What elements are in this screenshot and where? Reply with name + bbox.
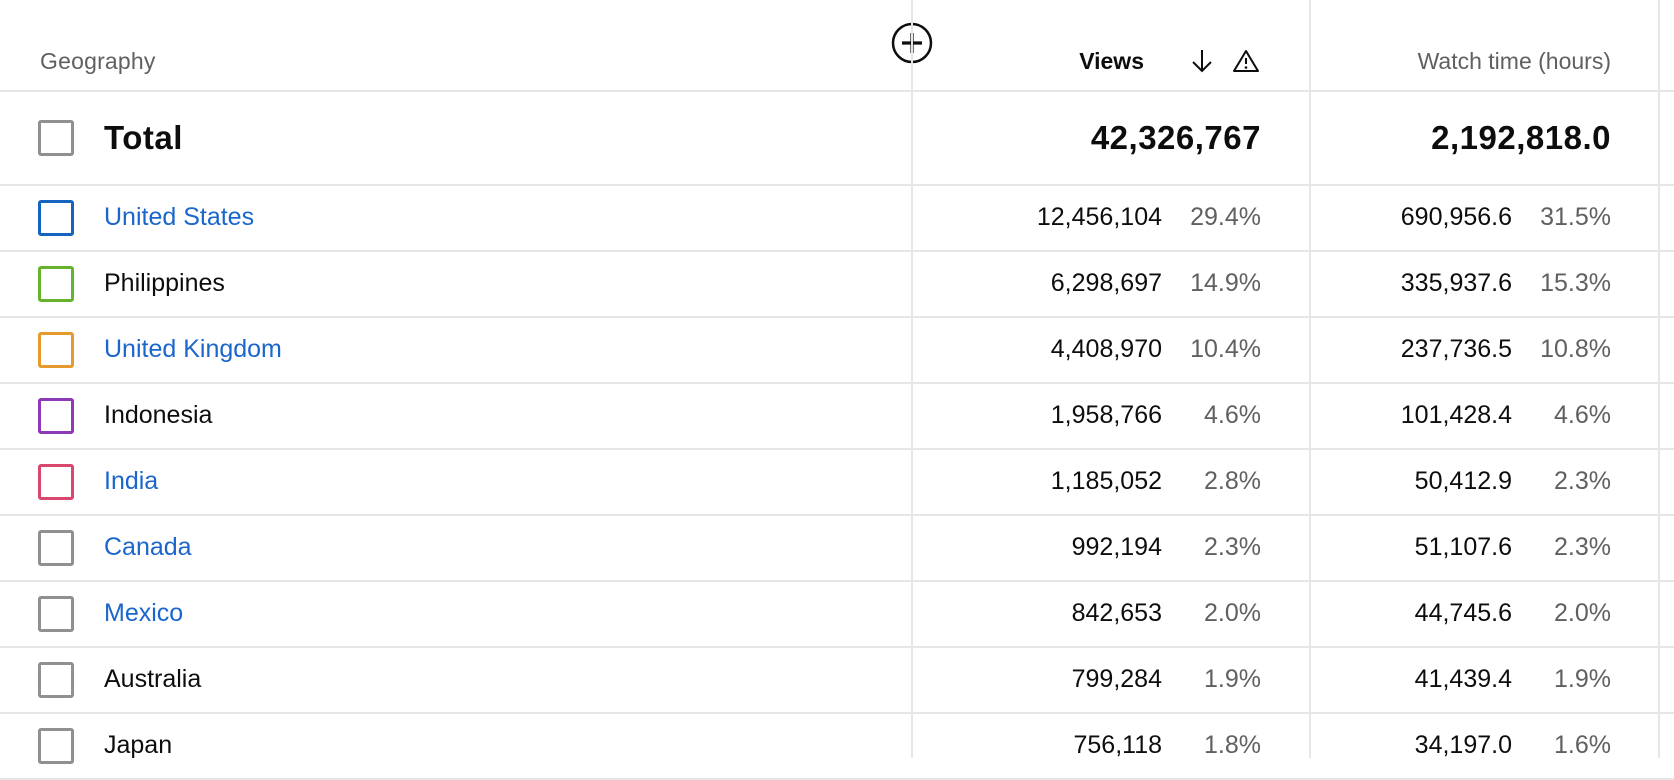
country-name[interactable]: United States <box>104 203 254 232</box>
views-value: 1,958,766 <box>1050 401 1162 429</box>
views-value: 4,408,970 <box>1050 335 1162 363</box>
total-checkbox[interactable] <box>38 120 74 156</box>
total-watch-time: 2,192,818.0 <box>1431 119 1611 156</box>
watch-time-value: 34,197.0 <box>1414 731 1512 759</box>
country-name: Indonesia <box>104 401 213 429</box>
watch-time-percent: 2.0% <box>1554 599 1611 627</box>
table-row: Indonesia 1,958,766 4.6% 101,428.4 4.6% <box>0 384 1674 450</box>
total-views: 42,326,767 <box>1090 119 1261 156</box>
views-percent: 29.4% <box>1190 203 1261 231</box>
table-row: Mexico 842,653 2.0% 44,745.6 2.0% <box>0 582 1674 648</box>
views-column-header[interactable]: Views <box>1079 48 1144 75</box>
row-checkbox[interactable] <box>38 728 74 764</box>
country-name: Japan <box>104 731 173 759</box>
arrow-down-icon[interactable] <box>1190 48 1214 74</box>
column-divider <box>1309 0 1311 758</box>
watch-time-value: 690,956.6 <box>1400 203 1512 231</box>
total-label: Total <box>104 119 183 156</box>
total-row: Total 42,326,767 2,192,818.0 <box>0 92 1674 186</box>
views-value: 1,185,052 <box>1050 467 1162 495</box>
country-name: Philippines <box>104 269 225 297</box>
column-divider <box>1658 0 1660 758</box>
views-percent: 2.0% <box>1204 599 1261 627</box>
views-value: 12,456,104 <box>1036 203 1162 231</box>
column-divider <box>911 0 913 758</box>
views-percent: 4.6% <box>1204 401 1261 429</box>
table-row: United Kingdom 4,408,970 10.4% 237,736.5 10.… <box>0 318 1674 384</box>
watch-time-percent: 2.3% <box>1554 467 1611 495</box>
geography-column-header[interactable]: Geography <box>40 48 156 75</box>
watch-time-percent: 31.5% <box>1540 203 1611 231</box>
views-value: 6,298,697 <box>1050 269 1162 297</box>
country-name[interactable]: India <box>104 467 158 496</box>
row-checkbox[interactable] <box>38 464 74 500</box>
table-row: United States 12,456,104 29.4% 690,956.6 31.… <box>0 186 1674 252</box>
watch-time-percent: 15.3% <box>1540 269 1611 297</box>
row-checkbox[interactable] <box>38 596 74 632</box>
views-percent: 10.4% <box>1190 335 1261 363</box>
watch-time-value: 50,412.9 <box>1414 467 1512 495</box>
views-percent: 2.8% <box>1204 467 1261 495</box>
views-percent: 2.3% <box>1204 533 1261 561</box>
watch-time-percent: 2.3% <box>1554 533 1611 561</box>
watch-time-value: 41,439.4 <box>1414 665 1512 693</box>
row-checkbox[interactable] <box>38 398 74 434</box>
country-name: Australia <box>104 665 202 693</box>
views-percent: 1.8% <box>1204 731 1261 759</box>
country-name[interactable]: Mexico <box>104 599 183 628</box>
watch-time-percent: 10.8% <box>1540 335 1611 363</box>
views-percent: 1.9% <box>1204 665 1261 693</box>
views-percent: 14.9% <box>1190 269 1261 297</box>
watch-time-percent: 1.6% <box>1554 731 1611 759</box>
watch-time-value: 335,937.6 <box>1400 269 1512 297</box>
watch-time-percent: 1.9% <box>1554 665 1611 693</box>
row-checkbox[interactable] <box>38 332 74 368</box>
row-checkbox[interactable] <box>38 530 74 566</box>
views-value: 799,284 <box>1071 665 1162 693</box>
geography-table: Geography Views Watch time (hours) Total… <box>0 0 1674 780</box>
watch-time-value: 44,745.6 <box>1414 599 1512 627</box>
country-name[interactable]: United Kingdom <box>104 335 282 364</box>
views-value: 992,194 <box>1071 533 1162 561</box>
views-value: 756,118 <box>1073 731 1162 759</box>
watch-time-value: 101,428.4 <box>1400 401 1512 429</box>
table-row: Philippines 6,298,697 14.9% 335,937.6 15.3% <box>0 252 1674 318</box>
watch-time-column-header[interactable]: Watch time (hours) <box>1418 48 1611 75</box>
watch-time-percent: 4.6% <box>1554 401 1611 429</box>
country-name[interactable]: Canada <box>104 533 192 562</box>
table-row: Japan 756,118 1.8% 34,197.0 1.6% <box>0 714 1674 780</box>
row-checkbox[interactable] <box>38 200 74 236</box>
watch-time-value: 51,107.6 <box>1414 533 1512 561</box>
watch-time-value: 237,736.5 <box>1400 335 1512 363</box>
table-row: India 1,185,052 2.8% 50,412.9 2.3% <box>0 450 1674 516</box>
table-row: Australia 799,284 1.9% 41,439.4 1.9% <box>0 648 1674 714</box>
table-row: Canada 992,194 2.3% 51,107.6 2.3% <box>0 516 1674 582</box>
row-checkbox[interactable] <box>38 266 74 302</box>
warning-triangle-icon[interactable] <box>1232 49 1260 73</box>
row-checkbox[interactable] <box>38 662 74 698</box>
views-value: 842,653 <box>1071 599 1162 627</box>
table-header: Geography Views Watch time (hours) <box>0 0 1674 92</box>
